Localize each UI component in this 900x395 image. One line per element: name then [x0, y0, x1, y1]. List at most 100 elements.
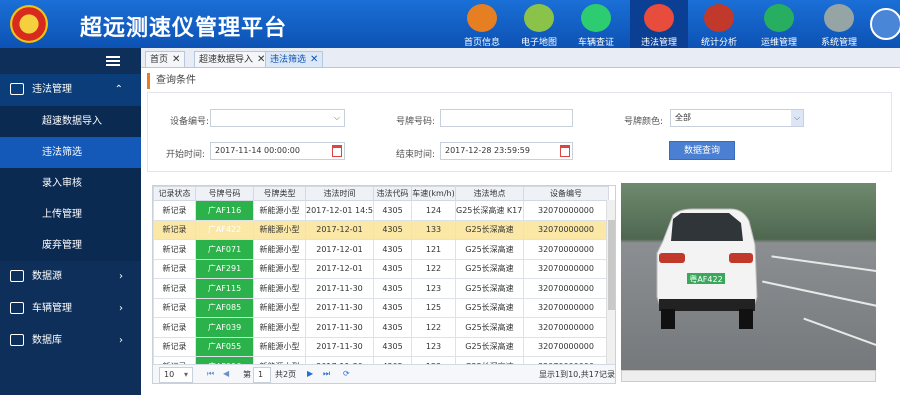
- cell-type: 新能源小型: [253, 336, 306, 357]
- top-header: 超远测速仪管理平台 首页信息 电子地图 车辆查证 违法管理 统计分析 运维管理 系统管理: [0, 0, 900, 48]
- prev-page-icon[interactable]: ◀: [223, 369, 229, 378]
- table-row[interactable]: 新记录 广AF085 新能源小型 2017-11-30 4305 125 G25长深高速 32…: [153, 297, 609, 318]
- table-row[interactable]: 新记录 广AF071 新能源小型 2017-12-01 4305 121 G25长深高速 32…: [153, 239, 609, 260]
- page-prefix: 第: [243, 370, 251, 379]
- cell-status: 新记录: [153, 297, 196, 318]
- cell-type: 新能源小型: [253, 297, 306, 318]
- close-icon[interactable]: ✕: [172, 54, 180, 65]
- cell-place: G25长深高速: [455, 278, 524, 299]
- tab-bar: 首页 ✕ 超速数据导入 ✕ 违法筛选 ✕: [141, 48, 900, 68]
- tab-2[interactable]: 违法筛选 ✕: [265, 51, 324, 68]
- device-select[interactable]: ⌵: [210, 109, 345, 127]
- tab-label: 超速数据导入: [199, 55, 254, 65]
- monitor-icon: [824, 4, 854, 32]
- table-row[interactable]: 新记录 广AF422 新能源小型 2017-12-01 4305 133 G25长深高速 32…: [153, 219, 609, 240]
- last-page-icon[interactable]: ⏭: [323, 369, 330, 379]
- query-button[interactable]: 数据查询: [669, 141, 735, 160]
- tab-0[interactable]: 首页 ✕: [145, 51, 186, 68]
- cell-status: 新记录: [153, 258, 196, 279]
- table-row[interactable]: 新记录广AF116新能源小型2017-12-01 14:53:404305124…: [153, 200, 609, 221]
- column-header[interactable]: 违法时间: [305, 186, 374, 201]
- vehicle-photo: 粤AF422: [621, 183, 876, 370]
- column-header[interactable]: 车速(km/h): [411, 186, 456, 201]
- cell-place: G25长深高速: [455, 336, 524, 357]
- tab-label: 首页: [150, 55, 169, 65]
- column-header[interactable]: 号牌号码: [195, 186, 254, 201]
- cell-plate: 广AF291: [195, 258, 254, 279]
- menu-icon[interactable]: [106, 56, 120, 66]
- column-header[interactable]: 违法地点: [455, 186, 524, 201]
- page-number-input[interactable]: 1: [253, 367, 271, 383]
- nav-item-6[interactable]: 系统管理: [810, 0, 868, 48]
- plate-input[interactable]: [440, 109, 573, 127]
- monitor-icon: [10, 270, 24, 282]
- user-avatar[interactable]: [870, 8, 900, 40]
- column-header[interactable]: 记录状态: [153, 186, 196, 201]
- cell-status: 新记录: [153, 219, 196, 240]
- table-row[interactable]: 新记录 广AF055 新能源小型 2017-11-30 4305 123 G25长深高速 32…: [153, 336, 609, 357]
- cell-device: 32070000000: [523, 200, 609, 221]
- sidebar-item-2[interactable]: 录入审核: [0, 168, 141, 199]
- column-header[interactable]: 设备编号: [523, 186, 609, 201]
- tab-1[interactable]: 超速数据导入 ✕: [194, 51, 271, 68]
- column-header[interactable]: 违法代码: [373, 186, 412, 201]
- plate-color-select[interactable]: 全部 ⌵: [670, 109, 804, 127]
- nav-item-3[interactable]: 违法管理: [630, 0, 688, 48]
- cell-plate: 广AF055: [195, 336, 254, 357]
- cell-time: 2017-12-01: [305, 258, 374, 279]
- sidebar-group-label: 数据源: [32, 271, 62, 282]
- nav-item-2[interactable]: 车辆查证: [567, 0, 625, 48]
- first-page-icon[interactable]: ⏮: [207, 369, 214, 379]
- end-time-input[interactable]: 2017-12-28 23:59:59: [440, 142, 573, 160]
- cell-speed: 123: [411, 336, 456, 357]
- sidebar-toggle[interactable]: [0, 48, 141, 74]
- nav-item-4[interactable]: 统计分析: [690, 0, 748, 48]
- next-page-icon[interactable]: ▶: [307, 369, 313, 378]
- nav-item-0[interactable]: 首页信息: [453, 0, 511, 48]
- nav-label: 电子地图: [520, 38, 557, 48]
- table-row[interactable]: 新记录 广AF291 新能源小型 2017-12-01 4305 122 G25长深高速 32…: [153, 258, 609, 279]
- device-label: 设备编号:: [170, 117, 210, 127]
- plate-color-label: 号牌颜色:: [624, 117, 664, 127]
- car-icon: [581, 4, 611, 32]
- vertical-scrollbar[interactable]: [606, 200, 615, 366]
- cell-time: 2017-12-01: [305, 219, 374, 240]
- plate-label: 号牌号码:: [396, 117, 436, 127]
- start-time-input[interactable]: 2017-11-14 00:00:00: [210, 142, 345, 160]
- scrollbar-thumb[interactable]: [608, 220, 615, 310]
- siren-icon: [644, 4, 674, 32]
- nav-item-5[interactable]: 运维管理: [750, 0, 808, 48]
- chevron-down-icon: ⌵: [791, 110, 803, 126]
- refresh-icon[interactable]: ⟳: [343, 369, 350, 378]
- cell-status: 新记录: [153, 278, 196, 299]
- cell-code: 4305: [373, 317, 412, 338]
- sidebar-group-label: 车辆管理: [32, 303, 72, 314]
- lane-marking: [762, 280, 876, 308]
- cell-device: 32070000000: [523, 219, 609, 240]
- sidebar-item-1[interactable]: 违法筛选: [0, 137, 141, 168]
- sidebar-group-1[interactable]: 数据源 ›: [0, 261, 141, 293]
- cell-device: 32070000000: [523, 239, 609, 260]
- sidebar-item-0[interactable]: 超速数据导入: [0, 106, 141, 137]
- chevron-right-icon: ›: [119, 335, 123, 346]
- table-row[interactable]: 新记录 广AF039 新能源小型 2017-11-30 4305 122 G25长深高速 32…: [153, 317, 609, 338]
- page-size-select[interactable]: 10 ▾: [159, 367, 193, 383]
- nav-item-1[interactable]: 电子地图: [510, 0, 568, 48]
- query-form: 设备编号: ⌵ 号牌号码: 号牌颜色: 全部 ⌵ 开始时间: 2017-11-14…: [147, 92, 892, 172]
- cell-device: 32070000000: [523, 278, 609, 299]
- sidebar-item-4[interactable]: 废弃管理: [0, 230, 141, 261]
- calendar-icon[interactable]: [332, 145, 342, 157]
- close-icon[interactable]: ✕: [310, 54, 318, 65]
- sidebar-item-3[interactable]: 上传管理: [0, 199, 141, 230]
- sidebar-group-3[interactable]: 数据库 ›: [0, 325, 141, 357]
- column-header[interactable]: 号牌类型: [253, 186, 306, 201]
- sidebar-group-0[interactable]: 违法管理 ⌃: [0, 74, 141, 106]
- cell-speed: 124: [411, 200, 456, 221]
- gear-icon: [10, 302, 24, 314]
- table-row[interactable]: 新记录 广AF115 新能源小型 2017-11-30 4305 123 G25长深高速 32…: [153, 278, 609, 299]
- sidebar-group-2[interactable]: 车辆管理 ›: [0, 293, 141, 325]
- home-icon: [467, 4, 497, 32]
- photo-scrollbar[interactable]: [621, 370, 876, 382]
- sidebar-group-label: 数据库: [32, 335, 62, 346]
- calendar-icon[interactable]: [560, 145, 570, 157]
